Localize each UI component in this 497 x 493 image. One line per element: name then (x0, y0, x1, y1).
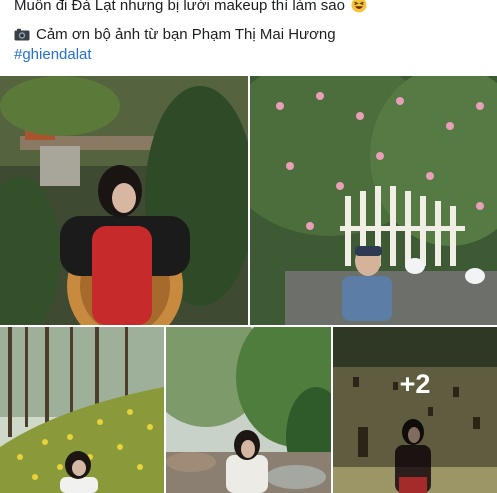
photo-1[interactable] (0, 76, 248, 325)
photo-2[interactable] (250, 76, 497, 325)
more-photos-count: +2 (333, 327, 497, 467)
photo-credit-text: Cảm ơn bộ ảnh từ bạn Phạm Thị Mai Hương (36, 26, 336, 43)
hashtag-line: #ghiendalat (14, 45, 92, 65)
photo-credit-line: Cảm ơn bộ ảnh từ bạn Phạm Thị Mai Hương (14, 25, 336, 45)
photo-3-image (0, 327, 164, 493)
laughing-squinting-face-icon (351, 0, 367, 13)
photo-2-image (250, 76, 497, 325)
photo-4-image (166, 327, 331, 493)
camera-icon (14, 28, 30, 41)
photo-5[interactable]: +2 (333, 327, 497, 493)
post-caption: Muốn đi Đà Lạt nhưng bị lười makeup thì … (14, 0, 345, 14)
post-caption-line: Muốn đi Đà Lạt nhưng bị lười makeup thì … (14, 0, 367, 16)
hashtag-link[interactable]: #ghiendalat (14, 46, 92, 63)
photo-3[interactable] (0, 327, 164, 493)
photo-4[interactable] (166, 327, 331, 493)
photo-1-image (0, 76, 248, 325)
